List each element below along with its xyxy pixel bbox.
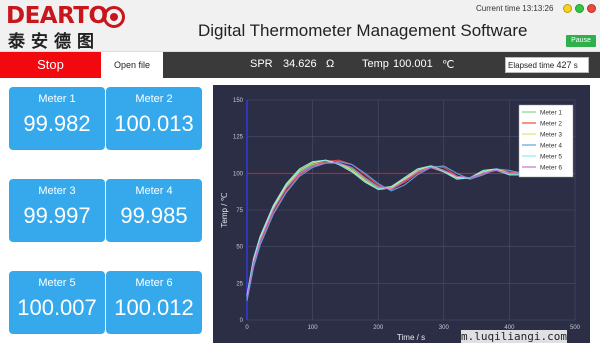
- logo-chinese: 泰安德图: [8, 32, 100, 52]
- logo: DEARTO: [6, 3, 108, 29]
- x-tick-label: 300: [439, 325, 450, 331]
- meter-label: Meter 2: [135, 93, 173, 105]
- watermark: m.luqiliangi.com: [461, 330, 567, 343]
- meter-card-1[interactable]: Meter 1 99.982: [9, 87, 105, 150]
- header-bar: DEARTO 泰安德图 Digital Thermometer Manageme…: [0, 0, 600, 52]
- y-tick-label: 75: [236, 208, 243, 214]
- meter-value: 99.982: [23, 111, 91, 136]
- meter-card-3[interactable]: Meter 3 99.997: [9, 179, 105, 242]
- meter-card-6[interactable]: Meter 6 100.012: [106, 271, 202, 334]
- elapsed-unit: s: [573, 61, 578, 70]
- open-file-button[interactable]: Open file: [101, 52, 163, 78]
- elapsed-value: 427: [556, 60, 572, 70]
- y-tick-label: 50: [236, 245, 243, 251]
- temp-unit: ℃: [442, 59, 455, 71]
- pause-button[interactable]: Pause: [566, 35, 596, 47]
- toolbar: Stop Open file SPR 34.626 Ω Temp 100.001…: [0, 52, 600, 78]
- chart-svg: 02550751001251500 100 200 300 400 500Time / s…: [220, 98, 581, 342]
- meter-label: Meter 3: [38, 185, 76, 197]
- temp-value: 100.001: [393, 58, 433, 70]
- page-title: Digital Thermometer Management Software: [198, 21, 528, 40]
- y-tick-label: 150: [233, 98, 244, 104]
- spr-value: 34.626: [283, 58, 317, 70]
- y-axis-title: Temp / ℃: [220, 192, 229, 227]
- meter-card-5[interactable]: Meter 5 100.007: [9, 271, 105, 334]
- temp-label: Temp: [362, 58, 389, 70]
- meter-value: 100.013: [114, 111, 194, 136]
- x-tick-label: 100: [308, 325, 319, 331]
- meter-value: 100.007: [17, 295, 97, 320]
- meter-card-4[interactable]: Meter 4 99.985: [106, 179, 202, 242]
- current-time-label: Current time: [476, 4, 521, 13]
- y-tick-label: 125: [233, 135, 244, 141]
- legend-label: Meter 2: [540, 121, 562, 128]
- meter-label: Meter 1: [38, 93, 76, 105]
- spr-label: SPR: [250, 58, 273, 70]
- app-window: DEARTO 泰安德图 Digital Thermometer Manageme…: [0, 0, 600, 352]
- series-line-5: [246, 159, 523, 296]
- x-axis-title: Time / s: [397, 333, 425, 342]
- x-tick-label: 200: [373, 325, 384, 331]
- logo-gear-icon: [103, 6, 125, 28]
- spr-unit: Ω: [326, 58, 335, 70]
- x-tick-label: 500: [570, 325, 581, 331]
- x-tick-label: 0: [245, 325, 249, 331]
- minimize-button[interactable]: [563, 4, 572, 13]
- elapsed-time-field: Elapsed time 427 s: [505, 57, 589, 73]
- elapsed-label: Elapsed time: [508, 61, 555, 70]
- meter-value: 100.012: [114, 295, 194, 320]
- meter-label: Meter 5: [38, 277, 76, 289]
- close-button[interactable]: [587, 4, 596, 13]
- current-time-value: 13:13:26: [522, 4, 554, 13]
- legend-label: Meter 5: [540, 154, 562, 161]
- temperature-chart: 0 25 50 75 100 125 150 0 100 200 300 400 500 Time / s…: [213, 85, 590, 343]
- legend-label: Meter 6: [540, 165, 562, 172]
- y-tick-label: 0: [240, 318, 244, 324]
- meter-label: Meter 4: [135, 185, 173, 197]
- meter-value: 99.997: [23, 203, 91, 228]
- stop-button[interactable]: Stop: [0, 52, 101, 78]
- meter-label: Meter 6: [135, 277, 173, 289]
- y-tick-label: 100: [233, 171, 244, 177]
- meter-value: 99.985: [120, 203, 188, 228]
- y-tick-label: 25: [236, 281, 243, 287]
- legend-label: Meter 3: [540, 132, 562, 139]
- legend-label: Meter 4: [540, 143, 562, 150]
- current-time: Current time 13:13:26: [476, 4, 553, 13]
- maximize-button[interactable]: [575, 4, 584, 13]
- legend-label: Meter 1: [540, 110, 562, 117]
- meter-card-2[interactable]: Meter 2 100.013: [106, 87, 202, 150]
